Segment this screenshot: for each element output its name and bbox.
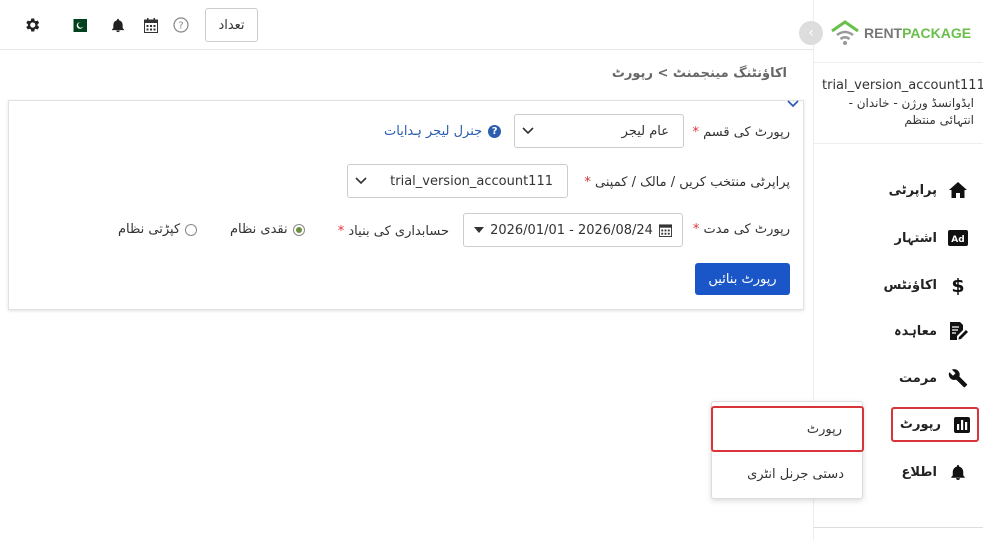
required-marker: * [584, 175, 591, 190]
sidebar-item-label: اکاؤنٹس [883, 277, 937, 293]
help-icon[interactable]: ? [171, 14, 191, 36]
chevron-down-icon[interactable] [787, 97, 799, 113]
report-period-label: رپورٹ کی مدت * [693, 222, 790, 237]
general-ledger-help-link[interactable]: ? جنرل لیجر ہدایات [384, 124, 502, 139]
submenu-item-report[interactable]: رپورٹ [711, 406, 864, 452]
report-type-label-text: رپورٹ کی قسم [703, 125, 790, 140]
property-select[interactable]: trial_version_account111 [347, 164, 568, 198]
sidebar-item-label: معاہدہ [893, 323, 937, 339]
chevron-left-icon: ‹ [808, 25, 814, 41]
required-marker: * [692, 125, 699, 140]
sidebar-item-label: مرمت [899, 370, 937, 386]
submenu-item-manual-journal-entry[interactable]: دستی جرنل انٹری [712, 450, 864, 498]
generate-report-button[interactable]: رپورٹ بنائیں [695, 263, 790, 295]
bell-icon[interactable] [108, 14, 128, 36]
report-period-label-text: رپورٹ کی مدت [703, 222, 790, 237]
property-value: trial_version_account111 [390, 173, 553, 189]
sidebar-item-label: پراپرٹی [888, 182, 937, 198]
sidebar-divider [814, 527, 983, 528]
property-label-text: پراپرٹی منتخب کریں / مالک / کمپنی [595, 175, 790, 190]
bell-icon [947, 461, 969, 483]
wifi-house-icon [831, 20, 859, 45]
calendar-icon[interactable] [141, 14, 161, 36]
radio-button-unchecked[interactable] [185, 223, 198, 236]
report-period-daterange[interactable]: 2026/01/01 - 2026/08/24 [463, 213, 683, 247]
report-type-value: عام لیجر [621, 123, 669, 139]
account-info: trial_version_account111 ایڈوانسڈ ورژن -… [814, 62, 983, 144]
logo-text-rent: RENT [864, 25, 903, 41]
sidebar-item-label: رپورٹ [899, 417, 941, 432]
sidebar-item-accounts[interactable]: $ اکاؤنٹس [883, 267, 973, 303]
home-icon [947, 179, 969, 201]
report-submenu: رپورٹ دستی جرنل انٹری [711, 401, 864, 499]
sidebar-item-repair[interactable]: مرمت [883, 360, 973, 396]
sidebar-item-ads[interactable]: Ad اشتہار [883, 220, 973, 256]
question-circle-icon: ? [488, 125, 502, 138]
sidebar-item-report[interactable]: رپورٹ [891, 407, 979, 442]
help-link-text: جنرل لیجر ہدایات [384, 124, 483, 139]
account-plan-line2: انتہائی منتظم [904, 113, 974, 127]
gear-icon[interactable] [22, 14, 42, 36]
report-type-select[interactable]: عام لیجر [514, 114, 684, 148]
wrench-icon [947, 367, 969, 389]
calendar-icon [658, 224, 672, 237]
sidebar-item-notification[interactable]: اطلاع [883, 454, 973, 490]
bar-chart-icon [951, 414, 973, 436]
breadcrumb: اکاؤنٹنگ مینجمنٹ > رپورٹ [611, 66, 787, 81]
svg-text:$: $ [951, 275, 964, 295]
sidebar-collapse-button[interactable]: ‹ [799, 21, 823, 45]
required-marker: * [692, 222, 700, 237]
radio-button-checked[interactable] [292, 223, 305, 236]
property-label: پراپرٹی منتخب کریں / مالک / کمپنی * [584, 175, 790, 190]
account-plan-line1: ایڈوانسڈ ورژن - خاندان - [848, 96, 974, 110]
top-bar: ? تعداد [0, 0, 813, 50]
chevron-down-icon [355, 177, 367, 185]
logo-text-package: PACKAGE [902, 25, 972, 41]
account-name: trial_version_account111 [822, 78, 983, 93]
report-period-value: 2026/01/01 - 2026/08/24 [490, 222, 653, 238]
sidebar-item-contract[interactable]: معاہدہ [883, 313, 973, 349]
svg-text:?: ? [178, 21, 183, 32]
accounting-basis-label: حسابداری کی بنیاد * [338, 224, 449, 239]
caret-down-icon [474, 227, 485, 233]
pakistan-flag-icon[interactable] [67, 14, 89, 36]
dollar-icon: $ [947, 274, 969, 296]
sidebar-item-label: اطلاع [901, 464, 937, 480]
basis-cash-label: نقدی نظام [230, 222, 288, 237]
count-button[interactable]: تعداد [205, 8, 258, 42]
report-type-label: رپورٹ کی قسم * [692, 125, 790, 140]
logo: RENTPACKAGE [830, 18, 971, 48]
contract-icon [947, 320, 969, 342]
required-marker: * [337, 224, 345, 239]
sidebar-item-property[interactable]: پراپرٹی [883, 172, 973, 208]
chevron-down-icon [522, 127, 534, 135]
basis-accrual-label: کپڑتی نظام [118, 222, 181, 237]
svg-text:Ad: Ad [951, 235, 964, 245]
basis-radio-accrual[interactable]: کپڑتی نظام [118, 222, 198, 237]
sidebar-item-label: اشتہار [894, 230, 937, 246]
ad-icon: Ad [947, 227, 969, 249]
accounting-basis-label-text: حسابداری کی بنیاد [348, 224, 449, 239]
basis-radio-cash[interactable]: نقدی نظام [230, 222, 305, 237]
